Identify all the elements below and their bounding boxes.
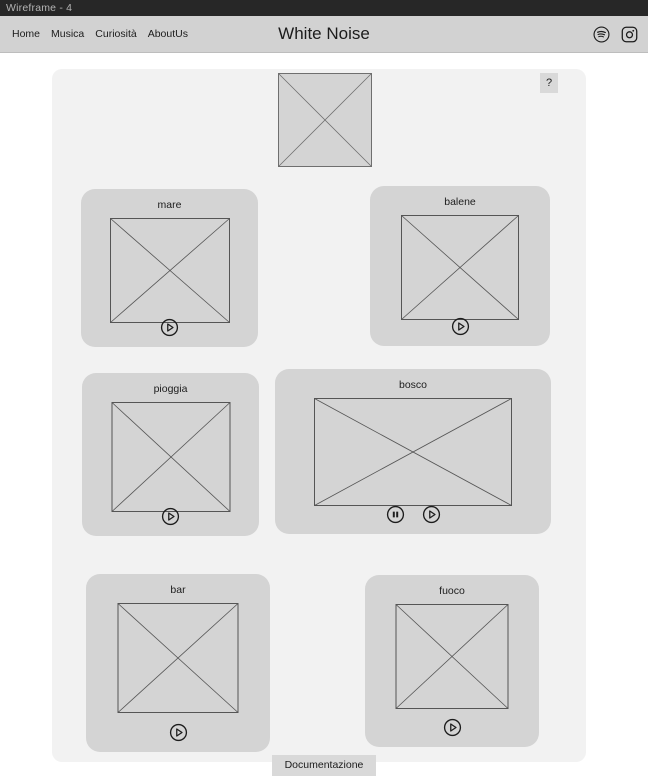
- card-image-placeholder: [314, 398, 512, 506]
- nav-item-aboutus[interactable]: AboutUs: [148, 28, 188, 40]
- card-image-placeholder: [117, 603, 239, 713]
- main-navigation: Home Musica Curiosità AboutUs: [12, 16, 188, 52]
- card-image-placeholder: [401, 215, 519, 320]
- placeholder-graphic: [401, 215, 519, 320]
- card-title: bosco: [398, 379, 428, 391]
- play-button[interactable]: [161, 507, 180, 526]
- nav-item-musica[interactable]: Musica: [51, 28, 84, 40]
- card-controls: [370, 317, 550, 336]
- play-button[interactable]: [422, 505, 441, 524]
- card-title: mare: [157, 199, 182, 211]
- card-image-placeholder: [395, 604, 509, 709]
- placeholder-graphic: [314, 398, 512, 506]
- sound-card-balene[interactable]: balene: [370, 186, 550, 346]
- app-header: Home Musica Curiosità AboutUs White Nois…: [0, 16, 648, 53]
- placeholder-graphic: [395, 604, 509, 709]
- card-controls: [82, 507, 259, 526]
- play-button[interactable]: [169, 723, 188, 742]
- page-body: ? mare balene pioggia bosco bar fuoco Do…: [0, 53, 648, 776]
- card-controls: [86, 723, 270, 742]
- nav-item-curiosita[interactable]: Curiosità: [95, 28, 136, 40]
- page-footer: Documentazione: [0, 748, 648, 776]
- sound-card-mare[interactable]: mare: [81, 189, 258, 347]
- placeholder-graphic: [117, 603, 239, 713]
- card-title: fuoco: [439, 585, 465, 597]
- card-controls: [365, 718, 539, 737]
- sound-card-bosco[interactable]: bosco: [275, 369, 551, 534]
- content-panel: ? mare balene pioggia bosco bar fuoco: [52, 69, 586, 762]
- placeholder-graphic: [109, 218, 230, 323]
- sound-card-pioggia[interactable]: pioggia: [82, 373, 259, 536]
- play-button[interactable]: [443, 718, 462, 737]
- placeholder-graphic: [111, 402, 230, 512]
- social-links: [593, 16, 638, 52]
- placeholder-graphic: [278, 73, 372, 167]
- card-title: balene: [444, 196, 476, 208]
- instagram-icon[interactable]: [621, 26, 638, 43]
- spotify-icon[interactable]: [593, 25, 610, 43]
- card-image-placeholder: [109, 218, 230, 323]
- pause-button[interactable]: [386, 505, 405, 524]
- documentation-button[interactable]: Documentazione: [271, 754, 377, 776]
- card-controls: [275, 505, 551, 524]
- hero-image-placeholder: [278, 73, 372, 167]
- sound-card-bar[interactable]: bar: [86, 574, 270, 752]
- card-title: pioggia: [153, 383, 188, 395]
- help-button[interactable]: ?: [540, 73, 558, 93]
- nav-item-home[interactable]: Home: [12, 28, 40, 40]
- window-title: Wireframe - 4: [6, 2, 73, 14]
- card-title: bar: [170, 584, 186, 596]
- sound-card-fuoco[interactable]: fuoco: [365, 575, 539, 747]
- card-controls: [81, 318, 258, 337]
- card-image-placeholder: [111, 402, 230, 512]
- play-button[interactable]: [160, 318, 179, 337]
- window-titlebar: Wireframe - 4: [0, 0, 648, 16]
- play-button[interactable]: [451, 317, 470, 336]
